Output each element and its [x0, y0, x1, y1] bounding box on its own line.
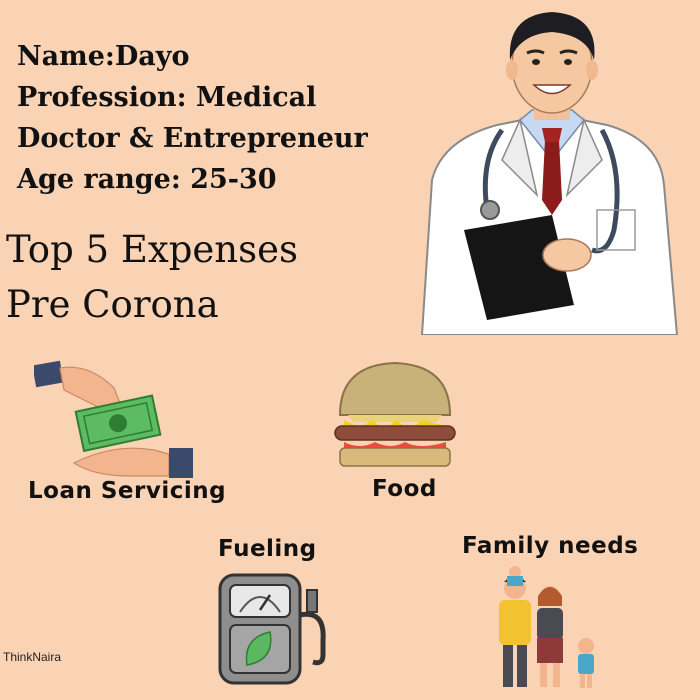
title-line-1: Top 5 Expenses [6, 228, 298, 271]
profile-age: Age range: 25-30 [17, 164, 277, 195]
infographic: { "profile": { "name_line": "Name:Dayo",… [0, 0, 700, 700]
profile-block: Name:Dayo Profession: Medical Doctor & E… [17, 36, 368, 200]
brand-credit: ThinkNaira [3, 650, 62, 664]
family-icon [499, 566, 594, 688]
profile-name: Name:Dayo [17, 41, 190, 72]
doctor-illustration [420, 12, 679, 335]
page-title: Top 5 Expenses Pre Corona [6, 222, 298, 332]
profile-profession-cont: Doctor & Entrepreneur [17, 123, 368, 154]
money-handover-icon [34, 360, 193, 478]
fuel-pump-icon [218, 573, 326, 685]
profile-profession: Profession: Medical [17, 82, 317, 113]
title-line-2: Pre Corona [6, 283, 219, 326]
expense-label-family-needs: Family needs [462, 533, 639, 559]
expense-label-fueling: Fueling [218, 536, 317, 562]
expense-label-food: Food [372, 476, 437, 502]
expense-label-loan-servicing: Loan Servicing [28, 478, 227, 504]
burger-icon [334, 361, 456, 467]
